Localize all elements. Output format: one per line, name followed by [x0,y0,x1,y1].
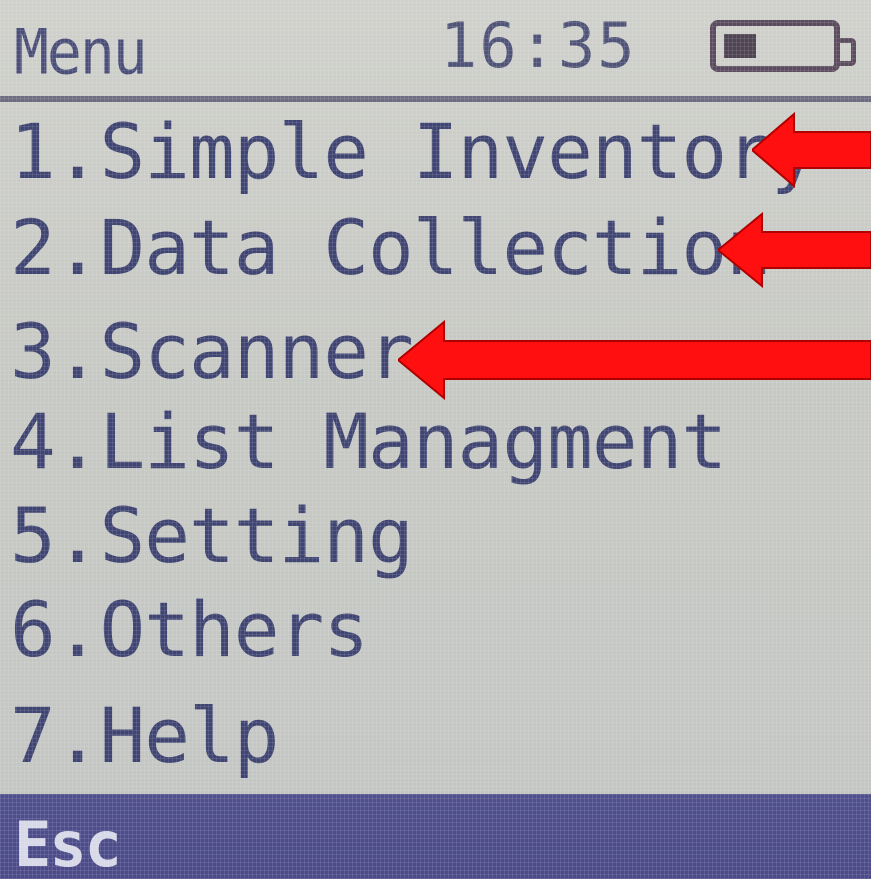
status-bar: Menu 16:35 [0,0,871,92]
annotation-arrow-icon [752,110,871,190]
annotation-arrow-icon [718,210,871,290]
esc-softkey[interactable]: Esc [14,810,122,879]
menu-item-simple-inventory[interactable]: 1.Simple Inventory [10,108,817,196]
menu-item-scanner[interactable]: 3.Scanner [10,308,414,396]
softkey-bar: Esc [0,794,871,879]
menu-item-setting[interactable]: 5.Setting [10,492,414,580]
battery-level [724,34,756,58]
menu-item-others[interactable]: 6.Others [10,586,369,674]
menu-item-help[interactable]: 7.Help [10,692,280,780]
battery-icon [710,20,856,72]
annotation-arrow-icon [398,320,871,400]
device-screen: Menu 16:35 1.Simple Inventory 2.Data Col… [0,0,871,879]
header-divider [0,96,871,102]
menu-item-list-managment[interactable]: 4.List Managment [10,398,727,486]
screen-title: Menu [14,15,148,89]
menu-item-data-collection[interactable]: 2.Data Collection [10,204,772,292]
clock-time: 16:35 [440,9,637,82]
